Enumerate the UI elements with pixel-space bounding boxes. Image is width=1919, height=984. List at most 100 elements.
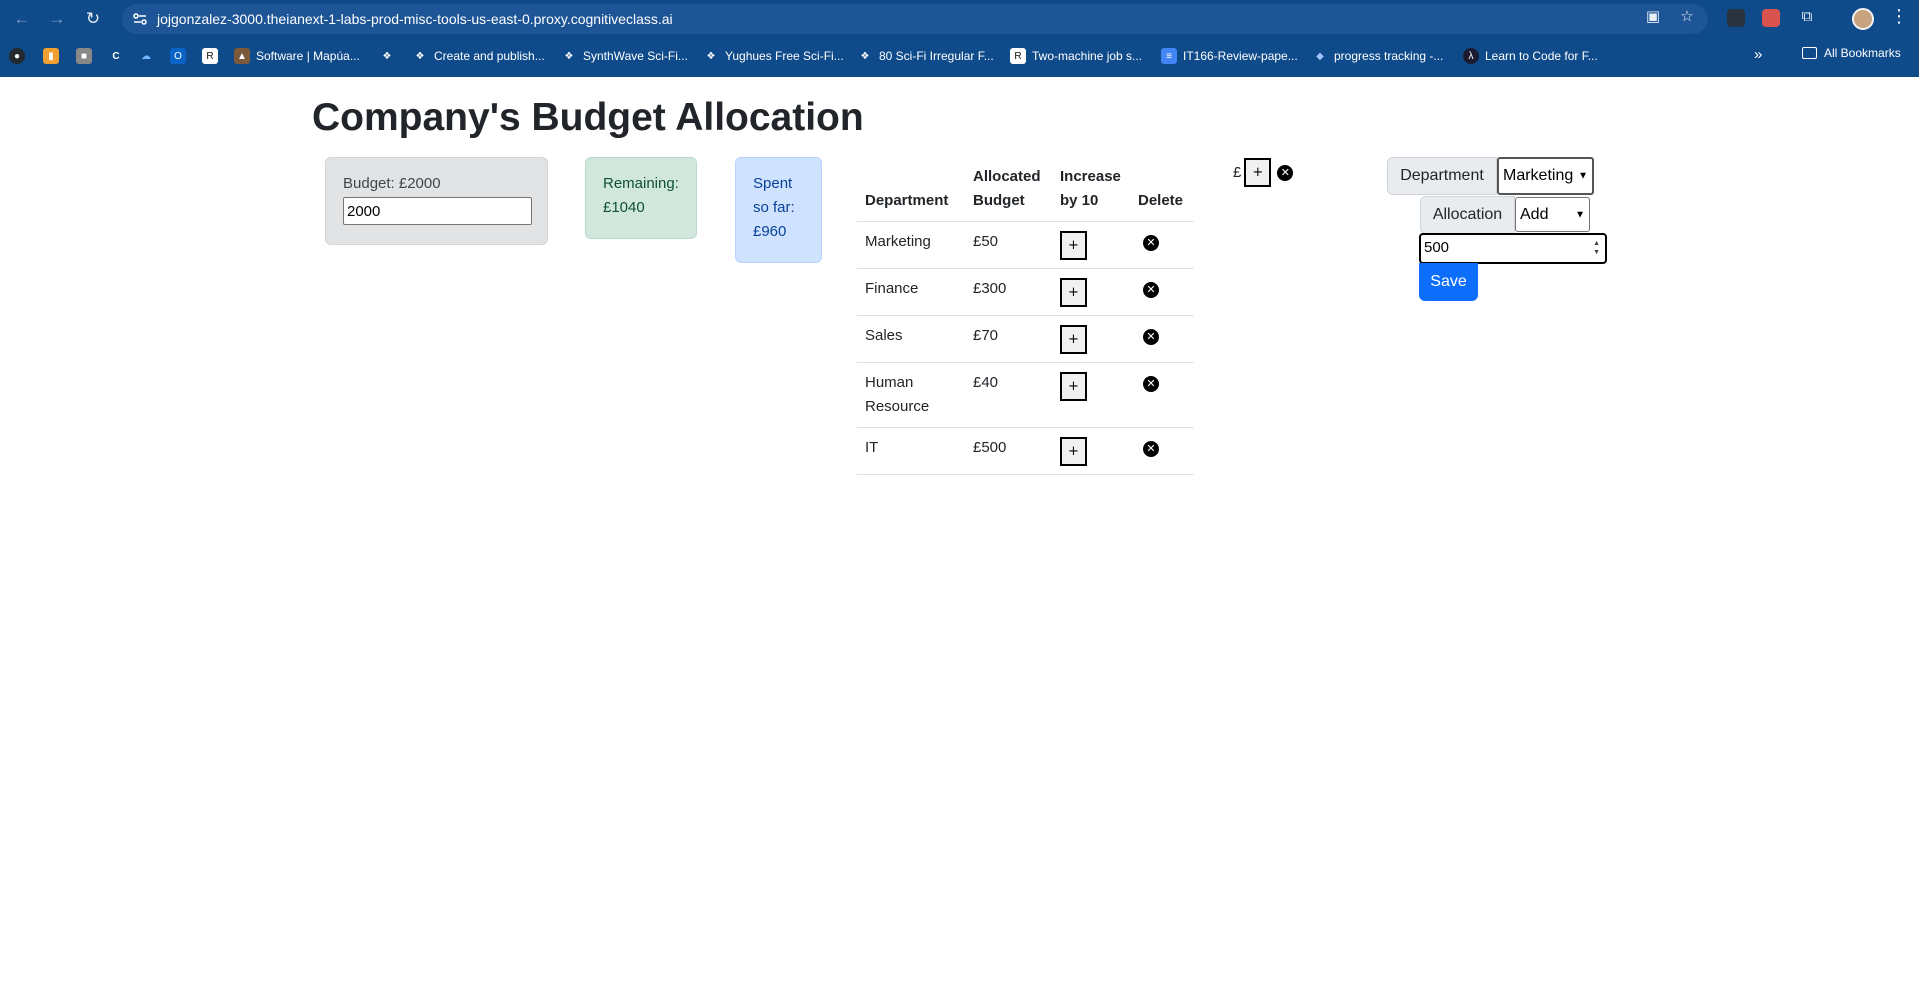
currency-symbol: £ [1233,164,1242,181]
extensions-puzzle-icon[interactable]: ⧉ [1798,7,1816,25]
header-delete: Delete [1130,157,1194,222]
bookmark-item-6[interactable]: ≡ IT166-Review-pape... [1161,46,1298,66]
url-text[interactable]: jojgonzalez-3000.theianext-1-labs-prod-m… [157,11,673,27]
folder-icon [1802,47,1817,59]
allocated-budget: £70 [965,315,1052,363]
remaining-label: Remaining: £1040 [603,175,679,216]
table-row: Finance £300 + ✕ [857,268,1194,316]
allocation-selected: Add [1520,205,1549,223]
unity-icon: ❖ [564,50,574,62]
spent-card: Spent so far: £960 [735,157,822,263]
increase-button[interactable]: + [1060,437,1087,466]
table-row: Sales £70 + ✕ [857,315,1194,363]
bookmark-item-5[interactable]: R Two-machine job s... [1010,46,1142,66]
allocated-budget: £500 [965,427,1052,475]
header-department: Department [857,157,965,222]
unity-icon: ❖ [706,50,716,62]
allocated-budget: £300 [965,268,1052,316]
department-selected: Marketing [1503,167,1574,184]
address-row: ← → ↻ jojgonzalez-3000.theianext-1-labs-… [0,0,1919,38]
bookmark-item-8[interactable]: λ Learn to Code for F... [1463,46,1598,66]
delete-icon[interactable]: ✕ [1143,376,1159,392]
department-select[interactable]: Marketing ▼ [1497,157,1594,195]
bookmarks-bar: ● ▮ ■ C ☁ O R ▲ Software | Mapúa... ❖ ❖ Cr… [0,42,1919,70]
allocation-select[interactable]: Add ▼ [1515,197,1590,232]
table-header-row: Department Allocated Budget Increase by … [857,157,1194,222]
table-row: Marketing £50 + ✕ [857,221,1194,269]
more-bookmarks-icon[interactable]: » [1754,46,1762,63]
browser-toolbar: ← → ↻ jojgonzalez-3000.theianext-1-labs-… [0,0,1919,77]
allocated-budget: £40 [965,362,1052,428]
mapua-icon: ▲ [234,48,250,64]
increase-button[interactable]: + [1244,158,1272,187]
delete-icon[interactable]: ✕ [1143,235,1159,251]
amount-value: 500 [1424,239,1450,256]
bookmark-item-2[interactable]: ❖ SynthWave Sci-Fi... [561,46,688,66]
google-docs-icon: ≡ [1161,48,1177,64]
department-name: Marketing [857,221,965,269]
bookmark-item-1[interactable]: ❖ Create and publish... [412,46,545,66]
table-row: Human Resource £40 + ✕ [857,362,1194,428]
department-table: Department Allocated Budget Increase by … [857,157,1194,475]
outlook-icon[interactable]: O [170,46,192,66]
bookmark-star-icon[interactable]: ☆ [1678,7,1696,25]
budget-label: Budget: £2000 [343,175,441,192]
delete-icon[interactable]: ✕ [1277,164,1294,181]
bookmark-item-4[interactable]: ❖ 80 Sci-Fi Irregular F... [857,46,994,66]
researchgate-icon: R [1010,48,1026,64]
chevron-down-icon: ▼ [1578,170,1588,182]
bookmark-chart-icon[interactable]: ▮ [43,46,65,66]
address-bar[interactable]: jojgonzalez-3000.theianext-1-labs-prod-m… [122,4,1708,34]
profile-avatar[interactable] [1852,8,1874,30]
amount-input[interactable]: 500 ▲ ▼ [1419,233,1607,264]
freecodecamp-icon: λ [1463,48,1479,64]
delete-icon[interactable]: ✕ [1143,441,1159,457]
chevron-down-icon: ▼ [1575,209,1585,220]
bookmark-item-0[interactable]: ▲ Software | Mapúa... [234,46,360,66]
budget-card: Budget: £2000 2000 [325,157,548,245]
increase-button[interactable]: + [1060,278,1087,307]
researchgate-icon[interactable]: R [202,46,224,66]
department-name: IT [857,427,965,475]
delete-icon[interactable]: ✕ [1143,282,1159,298]
progress-icon: ◆ [1316,50,1324,62]
save-button[interactable]: Save [1419,263,1478,301]
install-app-icon[interactable]: ▣ [1644,7,1662,25]
site-settings-icon[interactable] [132,11,148,27]
allocation-label: Allocation [1420,196,1515,234]
header-allocated-budget: Allocated Budget [965,157,1052,222]
extension-icon[interactable] [1727,9,1745,27]
forward-icon[interactable]: → [46,8,68,30]
table-row: IT £500 + ✕ [857,427,1194,475]
allocated-budget: £50 [965,221,1052,269]
all-bookmarks-button[interactable]: All Bookmarks [1802,46,1901,60]
department-label: Department [1387,157,1497,195]
budget-input[interactable]: 2000 [343,197,532,225]
unity-icon[interactable]: ❖ [379,46,401,66]
department-name: Human Resource [857,362,965,428]
reload-icon[interactable]: ↻ [82,8,104,30]
unity-icon: ❖ [860,50,870,62]
bookmark-item-7[interactable]: ◆ progress tracking -... [1312,46,1443,66]
bookmark-c-icon[interactable]: C [108,46,130,66]
increase-button[interactable]: + [1060,372,1087,401]
header-increase: Increase by 10 [1052,157,1130,222]
delete-icon[interactable]: ✕ [1143,329,1159,345]
increase-button[interactable]: + [1060,325,1087,354]
department-name: Sales [857,315,965,363]
bookmark-item-3[interactable]: ❖ Yughues Free Sci-Fi... [703,46,844,66]
department-name: Finance [857,268,965,316]
github-icon[interactable]: ● [9,46,31,66]
browser-menu-icon[interactable]: ⋮ [1890,7,1908,25]
extension-icon[interactable] [1762,9,1780,27]
bookmark-generic-icon[interactable]: ■ [76,46,98,66]
spent-label: Spent so far: £960 [753,175,795,240]
increase-button[interactable]: + [1060,231,1087,260]
spinner-icon[interactable]: ▲ ▼ [1593,239,1600,257]
back-icon[interactable]: ← [11,8,33,30]
unity-icon: ❖ [415,50,425,62]
empty-budget-row: £ + ✕ [1233,158,1294,187]
remaining-card: Remaining: £1040 [585,157,697,239]
onedrive-icon[interactable]: ☁ [138,46,160,66]
page-title: Company's Budget Allocation [312,96,864,139]
